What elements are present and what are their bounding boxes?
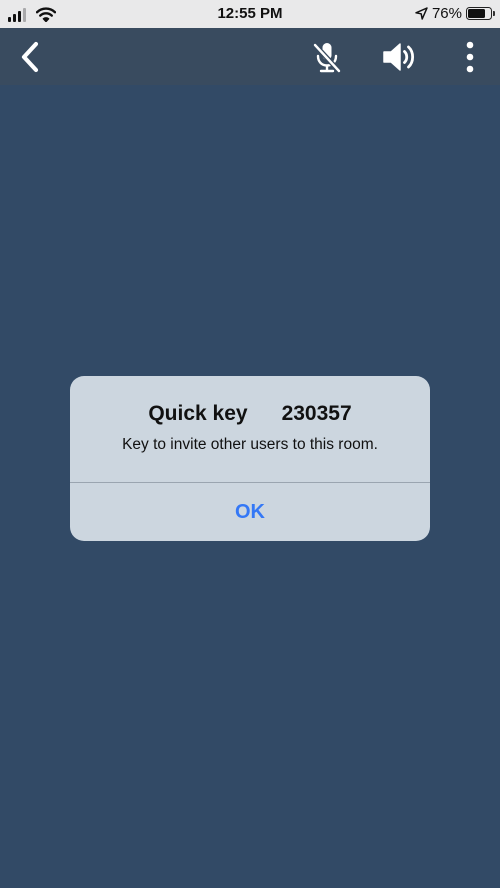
mute-microphone-button[interactable] xyxy=(304,28,350,85)
battery-icon xyxy=(466,7,495,20)
mic-muted-icon xyxy=(313,42,341,73)
status-right: 76% xyxy=(415,5,495,22)
dialog-title-label: Quick key xyxy=(148,402,248,425)
battery-percent: 76% xyxy=(431,5,462,22)
speaker-icon xyxy=(383,42,415,71)
quick-key-dialog: Quick key 230357 Key to invite other user… xyxy=(70,376,430,541)
more-options-button[interactable] xyxy=(452,28,488,85)
screen: 12:55 PM 76% Quick key 230357 Key to inv… xyxy=(0,0,500,888)
nav-bar xyxy=(0,28,500,85)
back-button[interactable] xyxy=(8,28,52,85)
ok-button[interactable]: OK xyxy=(70,483,430,541)
status-bar: 12:55 PM 76% xyxy=(0,0,500,28)
speaker-button[interactable] xyxy=(376,28,422,85)
battery-level xyxy=(468,9,485,18)
location-arrow-icon xyxy=(415,7,428,20)
dialog-title: Quick key 230357 xyxy=(70,402,430,426)
more-vertical-icon xyxy=(466,41,474,72)
dialog-message: Key to invite other users to this room. xyxy=(122,436,378,453)
back-chevron-icon xyxy=(21,41,39,72)
quick-key-value: 230357 xyxy=(281,402,352,425)
